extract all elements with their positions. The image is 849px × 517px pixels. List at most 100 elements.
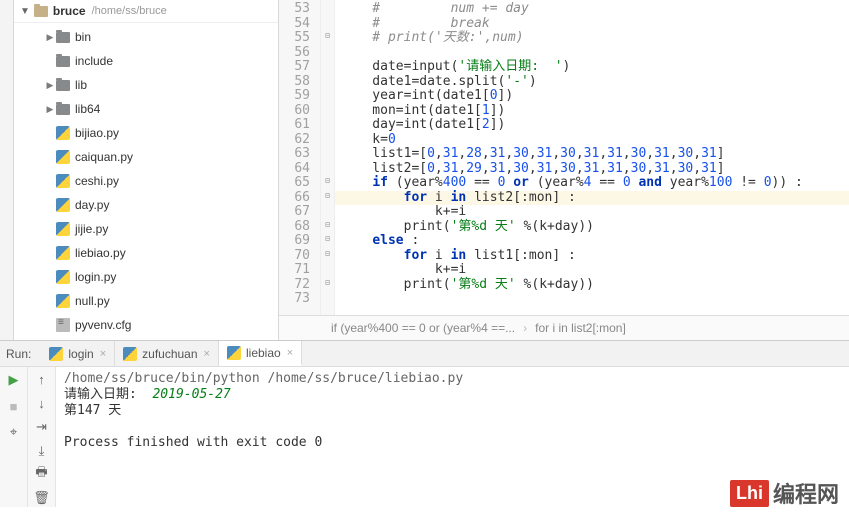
tree-item[interactable]: ▶bijiao.py	[14, 121, 278, 145]
up-icon[interactable]: ↑	[32, 371, 52, 389]
chevron-right-icon[interactable]: ▶	[44, 104, 56, 115]
chevron-right-icon[interactable]: ▶	[44, 80, 56, 91]
wrap-icon[interactable]: ⇥	[32, 418, 52, 436]
python-icon	[49, 347, 63, 361]
code-line[interactable]: date=input('请输入日期: ')	[335, 60, 849, 75]
watermark-text: 编程网	[773, 477, 839, 509]
down-icon[interactable]: ↓	[32, 395, 52, 413]
fold-icon[interactable]: ⊟	[321, 276, 334, 291]
code-line[interactable]: else :	[335, 234, 849, 249]
code-line[interactable]	[335, 292, 849, 307]
code-line[interactable]: list2=[0,31,29,31,30,31,30,31,31,30,31,3…	[335, 162, 849, 177]
config-icon	[56, 318, 70, 332]
tree-item-label: include	[75, 54, 113, 68]
console-prompt: 请输入日期:	[64, 387, 152, 402]
tree-item[interactable]: ▶jijie.py	[14, 217, 278, 241]
code-line[interactable]: print('第%d 天' %(k+day))	[335, 278, 849, 293]
tree-item[interactable]: ▶ lib64	[14, 97, 278, 121]
python-icon	[56, 270, 70, 284]
run-tab[interactable]: zufuchuan ×	[115, 341, 219, 366]
tree-item-label: bijiao.py	[75, 126, 119, 140]
code-line[interactable]: # print('天数:',num)	[335, 31, 849, 46]
tree-item-label: lib	[75, 78, 87, 92]
close-icon[interactable]: ×	[100, 348, 106, 360]
close-icon[interactable]: ×	[204, 348, 210, 360]
stop-button[interactable]: ■	[4, 397, 24, 415]
code-line[interactable]: year=int(date1[0])	[335, 89, 849, 104]
tree-item[interactable]: ▶ lib	[14, 73, 278, 97]
breadcrumb[interactable]: if (year%400 == 0 or (year%4 ==... › for…	[279, 315, 849, 340]
tree-item-label: caiquan.py	[75, 150, 133, 164]
fold-icon[interactable]: ⊟	[321, 189, 334, 204]
tree-item-label: liebiao.py	[75, 246, 126, 260]
folder-icon	[56, 32, 70, 43]
folder-icon	[56, 56, 70, 67]
project-sidebar: ▼ bruce /home/ss/bruce ▶bin▶include▶lib▶…	[14, 0, 279, 340]
breadcrumb-b[interactable]: for i in list2[:mon]	[535, 321, 626, 335]
run-tab-label: zufuchuan	[142, 347, 197, 361]
python-icon	[56, 222, 70, 236]
debug-icon[interactable]: ⌖	[4, 423, 24, 441]
code-line[interactable]: day=int(date1[2])	[335, 118, 849, 133]
code-line[interactable]: if (year%400 == 0 or (year%4 == 0 and ye…	[335, 176, 849, 191]
fold-icon[interactable]: ⊟	[321, 232, 334, 247]
python-icon	[227, 346, 241, 360]
run-panel: Run: login×zufuchuan×liebiao× ▶ ■ ⌖ ↑ ↓ …	[0, 340, 849, 507]
tree-item[interactable]: ▶login.py	[14, 265, 278, 289]
editor-pane: 5354555657585960616263646566676869707172…	[279, 0, 849, 340]
tree-item-label: bin	[75, 30, 91, 44]
run-tab[interactable]: liebiao×	[219, 341, 302, 366]
code-line[interactable]: for i in list2[:mon] :	[335, 191, 849, 206]
python-icon	[56, 246, 70, 260]
run-button[interactable]: ▶	[4, 371, 24, 389]
code-lines[interactable]: # num += day # break # print('天数:',num) …	[335, 0, 849, 315]
run-toolbar-primary: ▶ ■ ⌖	[0, 367, 28, 507]
run-tab[interactable]: login×	[41, 341, 115, 366]
code-line[interactable]: for i in list1[:mon] :	[335, 249, 849, 264]
python-icon	[56, 198, 70, 212]
code-line[interactable]: k+=i	[335, 263, 849, 278]
print-icon[interactable]: 🖶	[32, 465, 52, 483]
scroll-icon[interactable]: ⤓	[32, 442, 52, 460]
folder-icon	[34, 6, 48, 17]
fold-column[interactable]: ⊟⊟⊟⊟⊟⊟⊟	[321, 0, 335, 315]
code-line[interactable]	[335, 46, 849, 61]
tree-item[interactable]: ▶caiquan.py	[14, 145, 278, 169]
code-line[interactable]: k=0	[335, 133, 849, 148]
breadcrumb-a[interactable]: if (year%400 == 0 or (year%4 ==...	[331, 321, 515, 335]
tree-item-label: pyvenv.cfg	[75, 318, 131, 332]
python-icon	[56, 126, 70, 140]
code-line[interactable]: k+=i	[335, 205, 849, 220]
code-line[interactable]: print('第%d 天' %(k+day))	[335, 220, 849, 235]
folder-icon	[56, 80, 70, 91]
tree-item[interactable]: ▶null.py	[14, 289, 278, 313]
code-line[interactable]: # break	[335, 17, 849, 32]
code-line[interactable]: date1=date.split('-')	[335, 75, 849, 90]
console-out2: Process finished with exit code 0	[64, 435, 322, 450]
code-line[interactable]: mon=int(date1[1])	[335, 104, 849, 119]
run-label: Run:	[0, 347, 41, 361]
tree-item[interactable]: ▶pyvenv.cfg	[14, 313, 278, 337]
close-icon[interactable]: ×	[287, 347, 293, 359]
trash-icon[interactable]: 🗑	[32, 489, 52, 507]
console-input: 2019-05-27	[152, 387, 230, 402]
project-root[interactable]: ▼ bruce /home/ss/bruce	[14, 0, 278, 23]
watermark: Lhi 编程网	[730, 477, 839, 509]
code-area[interactable]: 5354555657585960616263646566676869707172…	[279, 0, 849, 315]
fold-icon[interactable]: ⊟	[321, 174, 334, 189]
code-line[interactable]: # num += day	[335, 2, 849, 17]
code-line[interactable]: list1=[0,31,28,31,30,31,30,31,31,30,31,3…	[335, 147, 849, 162]
python-icon	[56, 150, 70, 164]
left-gutter-strip	[0, 0, 14, 340]
tree-item[interactable]: ▶ceshi.py	[14, 169, 278, 193]
tree-item[interactable]: ▶liebiao.py	[14, 241, 278, 265]
chevron-right-icon[interactable]: ▶	[44, 32, 56, 43]
fold-icon[interactable]: ⊟	[321, 247, 334, 262]
chevron-down-icon[interactable]: ▼	[20, 6, 30, 17]
fold-icon[interactable]: ⊟	[321, 29, 334, 44]
tree-item[interactable]: ▶include	[14, 49, 278, 73]
tree-item[interactable]: ▶ bin	[14, 25, 278, 49]
tree-item-label: lib64	[75, 102, 100, 116]
fold-icon[interactable]: ⊟	[321, 218, 334, 233]
tree-item[interactable]: ▶day.py	[14, 193, 278, 217]
